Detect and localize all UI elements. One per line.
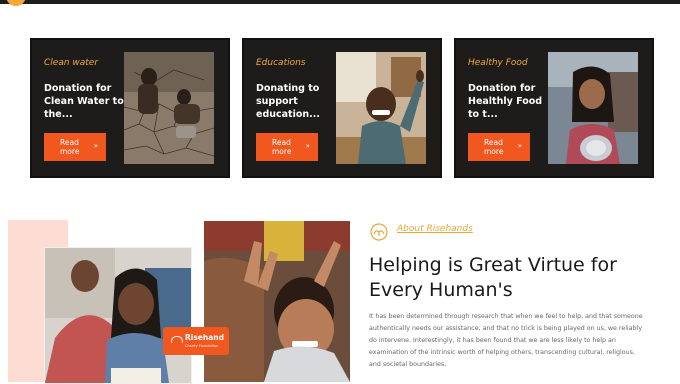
double-arrow-icon: » bbox=[93, 142, 98, 150]
cause-cards-section: Clean water Donation for Clean Water to … bbox=[0, 0, 680, 190]
card-description[interactable]: Donating to support education... bbox=[256, 82, 336, 121]
double-arrow-icon: » bbox=[305, 142, 310, 150]
helping-hands-icon bbox=[370, 223, 388, 241]
read-more-button[interactable]: Read more » bbox=[468, 133, 530, 161]
logo-subtitle: Charity Foundation bbox=[185, 344, 219, 348]
children-peace-sign-photo bbox=[204, 221, 350, 382]
about-tag-link[interactable]: About Risehands bbox=[397, 224, 473, 234]
cracked-earth-children-photo bbox=[124, 52, 214, 164]
read-more-label: Read more bbox=[484, 138, 504, 156]
card-description[interactable]: Donation for Clean Water to the... bbox=[44, 82, 124, 121]
read-more-button[interactable]: Read more » bbox=[44, 133, 106, 161]
card-description[interactable]: Donation for Healthly Food to t... bbox=[468, 82, 548, 121]
risehand-logo-badge: Risehand Charity Foundation bbox=[163, 327, 229, 355]
about-section: Risehand Charity Foundation About Riseha… bbox=[0, 215, 680, 384]
read-more-label: Read more bbox=[60, 138, 80, 156]
smiling-boy-classroom-photo bbox=[336, 52, 426, 164]
cause-card-clean-water: Clean water Donation for Clean Water to … bbox=[30, 38, 230, 178]
about-heading: Helping is Great Virtue for Every Human'… bbox=[369, 254, 617, 301]
card-category: Healthy Food bbox=[468, 58, 528, 68]
logo-name: Risehand bbox=[185, 333, 225, 342]
cause-card-healthy-food: Healthy Food Donation for Healthly Food … bbox=[454, 38, 654, 178]
about-text-block: About Risehands Helping is Great Virtue … bbox=[367, 215, 667, 382]
about-paragraph: It has been determined through research … bbox=[369, 313, 643, 368]
read-more-button[interactable]: Read more » bbox=[256, 133, 318, 161]
girl-with-bowl-photo bbox=[548, 52, 638, 164]
read-more-label: Read more bbox=[272, 138, 292, 156]
double-arrow-icon: » bbox=[517, 142, 522, 150]
card-category: Educations bbox=[256, 58, 306, 68]
girl-studying-photo bbox=[44, 247, 192, 384]
cause-card-education: Educations Donating to support education… bbox=[242, 38, 442, 178]
card-category: Clean water bbox=[44, 58, 99, 68]
hands-logo-icon bbox=[171, 336, 183, 343]
